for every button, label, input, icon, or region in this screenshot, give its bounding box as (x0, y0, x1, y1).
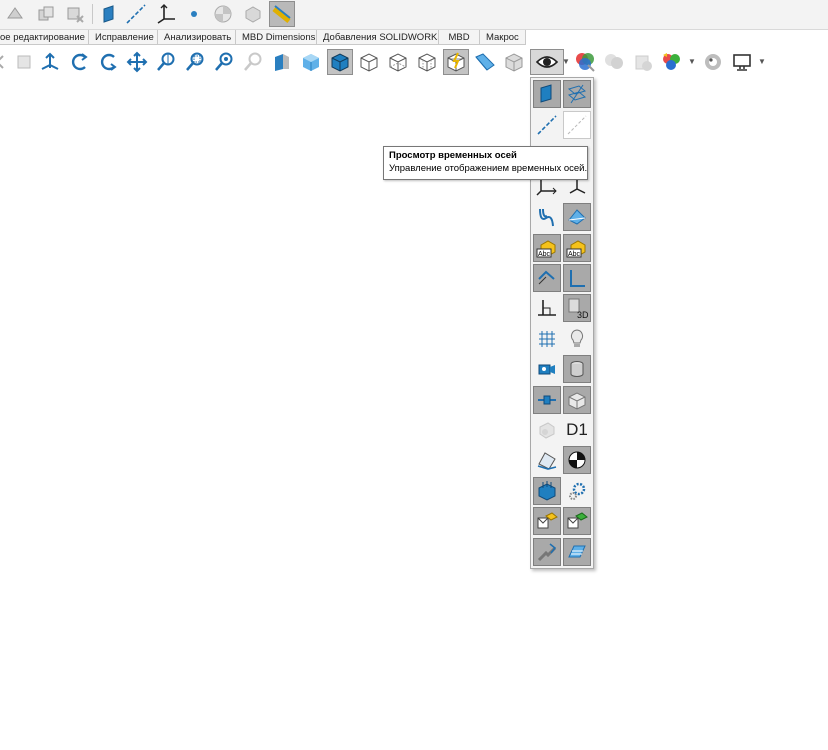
shaded-with-edges-icon[interactable] (472, 49, 498, 75)
view-all-annotations-icon[interactable]: Abc (563, 234, 591, 262)
hide-show-items-icon[interactable] (530, 49, 564, 75)
edit-appearance-icon[interactable] (572, 49, 598, 75)
view-curves-icon[interactable] (533, 203, 561, 231)
view-sketch-dimensions-icon[interactable] (533, 264, 561, 292)
pan-icon[interactable] (124, 49, 150, 75)
view-sketch-fillets-icon[interactable] (533, 538, 561, 566)
tab-solidworks-addins[interactable]: Добавления SOLIDWORKS (317, 30, 439, 45)
tab-repair[interactable]: Исправление (89, 30, 158, 45)
view-annotations-icon[interactable]: Abc (533, 234, 561, 262)
roll-icon[interactable] (95, 49, 121, 75)
view-routing-points-icon[interactable] (533, 386, 561, 414)
plane-icon[interactable] (96, 1, 122, 27)
features-toolbar (0, 0, 828, 30)
view-planes-icon[interactable] (533, 80, 561, 108)
delete-component-icon[interactable] (62, 1, 88, 27)
view-sketch-relations-icon[interactable] (533, 294, 561, 322)
coordinate-system-icon[interactable] (153, 1, 179, 27)
svg-text:Abc: Abc (568, 251, 581, 258)
view-all-mate-references-icon[interactable] (563, 507, 591, 535)
view-surfaces-icon[interactable] (563, 538, 591, 566)
shaded-icon[interactable] (327, 49, 353, 75)
hide-show-dropdown-icon[interactable]: ▼ (562, 57, 570, 66)
mate-reference-icon[interactable] (240, 1, 266, 27)
view-sketch-bodies-icon[interactable] (563, 355, 591, 383)
ref-geometry-icon[interactable] (2, 1, 28, 27)
view-parting-lines-icon[interactable] (563, 203, 591, 231)
wireframe-icon[interactable] (356, 49, 382, 75)
view-3d-sketch-planes-icon[interactable]: 3D (563, 294, 591, 322)
axis-icon[interactable] (123, 1, 149, 27)
view-mates-icon[interactable] (533, 477, 561, 505)
command-manager-tabs: ое редактирование Исправление Анализиров… (0, 30, 828, 46)
view-sketch-planes-icon[interactable] (563, 80, 591, 108)
tab-analyze[interactable]: Анализировать (158, 30, 236, 45)
center-of-mass-icon[interactable] (210, 1, 236, 27)
measure-ruler-icon[interactable] (269, 1, 295, 27)
view-grid-icon[interactable] (533, 325, 561, 353)
tab-direct-editing[interactable]: ое редактирование (0, 30, 89, 45)
graphics-area[interactable] (0, 80, 528, 750)
assembly-icon[interactable] (33, 1, 59, 27)
decals-icon[interactable] (630, 49, 656, 75)
normal-to-icon[interactable] (37, 49, 63, 75)
display-dropdown-icon[interactable]: ▼ (758, 57, 766, 66)
view-settings-icon[interactable] (659, 49, 685, 75)
point-icon[interactable] (181, 1, 207, 27)
view-lights-icon[interactable] (563, 325, 591, 353)
hidden-lines-visible-icon[interactable] (385, 49, 411, 75)
rotate-icon[interactable] (66, 49, 92, 75)
zoom-to-area-icon[interactable] (182, 49, 208, 75)
selection-icon[interactable] (11, 49, 37, 75)
svg-text:Abc: Abc (538, 251, 551, 258)
svg-text:3D: 3D (577, 310, 589, 320)
d1-label: D1 (566, 420, 588, 439)
hidden-lines-removed-icon[interactable] (414, 49, 440, 75)
zoom-selection-icon[interactable] (211, 49, 237, 75)
zoom-icon[interactable] (153, 49, 179, 75)
section-view-icon[interactable] (269, 49, 295, 75)
view-mate-references-icon[interactable] (533, 507, 561, 535)
draft-quality-icon[interactable] (443, 49, 469, 75)
view-center-of-mass-icon[interactable] (563, 446, 591, 474)
view-orientation-icon[interactable] (298, 49, 324, 75)
view-decals-icon[interactable] (533, 446, 561, 474)
tab-macro[interactable]: Макрос (480, 30, 526, 45)
heads-up-view-toolbar: ▼ ▼ ▼ (0, 48, 828, 78)
view-cameras-icon[interactable] (533, 355, 561, 383)
view-axes-icon[interactable] (533, 111, 561, 139)
perspective-icon[interactable] (501, 49, 527, 75)
zoom-fit-icon[interactable] (240, 49, 266, 75)
view-weld-beads-icon[interactable] (533, 416, 561, 444)
tab-mbd[interactable]: MBD (439, 30, 480, 45)
tab-mbd-dimensions[interactable]: MBD Dimensions (236, 30, 317, 45)
view-settings-dropdown-icon[interactable]: ▼ (688, 57, 696, 66)
realview-icon[interactable] (700, 49, 726, 75)
view-bodies-icon[interactable] (563, 386, 591, 414)
view-gears-icon[interactable] (563, 477, 591, 505)
display-monitor-icon[interactable] (729, 49, 755, 75)
apply-scene-icon[interactable] (601, 49, 627, 75)
view-sketches-icon[interactable] (563, 264, 591, 292)
view-dimension-names-icon[interactable]: D1 (563, 416, 591, 444)
view-temporary-axes-icon[interactable] (563, 111, 591, 139)
